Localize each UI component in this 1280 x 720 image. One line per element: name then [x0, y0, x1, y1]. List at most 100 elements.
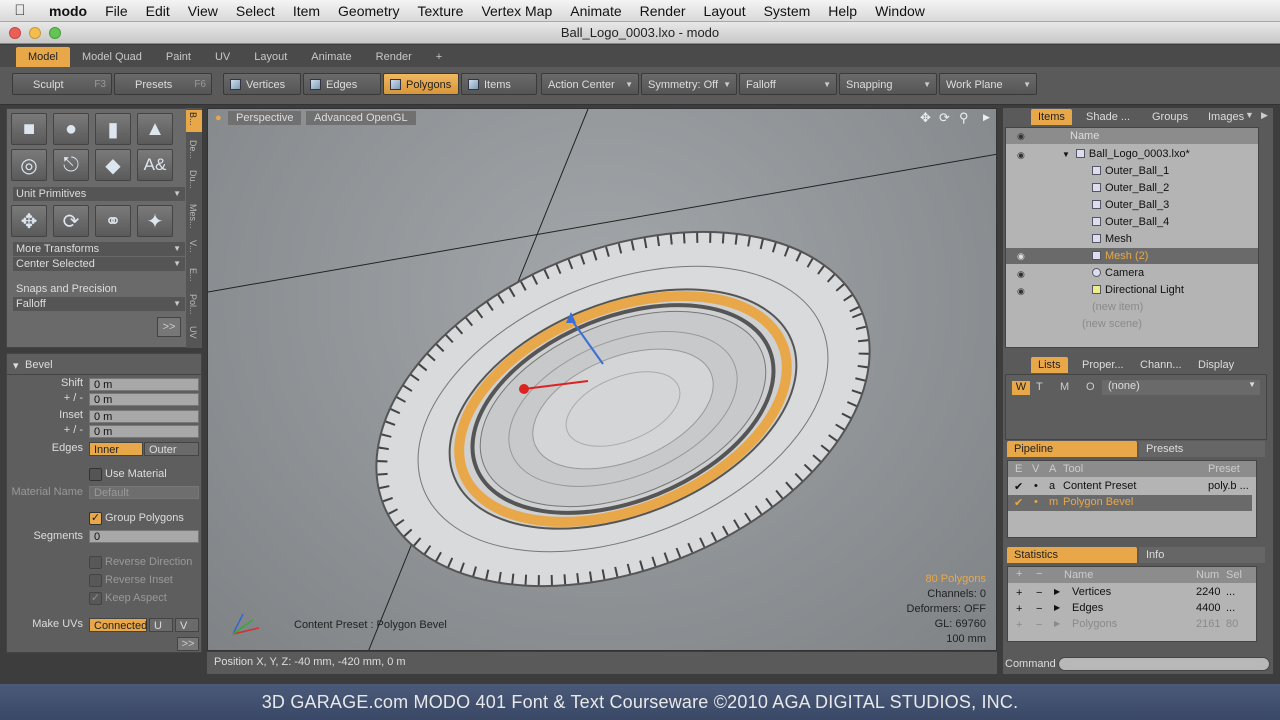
- tree-item[interactable]: Outer_Ball_1: [1092, 165, 1169, 177]
- shift-field[interactable]: 0 m: [89, 378, 199, 391]
- make-uvs-u-toggle[interactable]: U: [149, 618, 173, 632]
- vtab-deform[interactable]: De...: [188, 140, 198, 159]
- viewport-options-icon[interactable]: ▶: [983, 112, 990, 123]
- stats-row-name[interactable]: Vertices: [1072, 586, 1111, 598]
- tab-info[interactable]: Info: [1139, 547, 1265, 563]
- segments-field[interactable]: 0: [89, 530, 199, 543]
- tree-item[interactable]: Camera: [1092, 267, 1144, 279]
- vtab-polygon[interactable]: Pol...: [188, 294, 198, 315]
- panel-options-icon[interactable]: ▶: [1261, 110, 1268, 121]
- new-item-placeholder[interactable]: (new item): [1092, 301, 1143, 313]
- tab-items[interactable]: Items: [1031, 109, 1072, 125]
- tab-properties[interactable]: Proper...: [1075, 357, 1131, 373]
- edges-inner-toggle[interactable]: Inner: [89, 442, 143, 456]
- vtab-mesh[interactable]: Mes...: [188, 204, 198, 229]
- o-toggle[interactable]: O: [1086, 381, 1095, 393]
- capsule-primitive-icon[interactable]: ⎋: [53, 149, 89, 181]
- keep-aspect-checkbox[interactable]: ✓: [89, 592, 102, 605]
- more-transforms-dropdown[interactable]: More Transforms ▼: [13, 242, 185, 256]
- make-uvs-v-toggle[interactable]: V: [175, 618, 199, 632]
- apple-icon[interactable]: : [0, 2, 40, 19]
- tab-model-quad[interactable]: Model Quad: [70, 47, 154, 67]
- use-material-checkbox[interactable]: [89, 468, 102, 481]
- menu-animate[interactable]: Animate: [561, 3, 630, 19]
- viewport-menu-icon[interactable]: ●: [215, 112, 222, 124]
- menu-edit[interactable]: Edit: [137, 3, 179, 19]
- new-scene-placeholder[interactable]: (new scene): [1082, 318, 1142, 330]
- minus-icon[interactable]: −: [1036, 603, 1042, 615]
- center-selected-dropdown[interactable]: Center Selected ▼: [13, 257, 185, 271]
- tab-channels[interactable]: Chann...: [1133, 357, 1189, 373]
- tab-shade[interactable]: Shade ...: [1079, 109, 1137, 125]
- pipeline-row-tool[interactable]: Polygon Bevel: [1063, 496, 1133, 508]
- zoom-icon[interactable]: ⚲: [959, 110, 969, 126]
- sculpt-button[interactable]: Sculpt F3: [12, 73, 112, 95]
- x-axis-handle-knob[interactable]: [519, 384, 529, 394]
- pipeline-row-tool[interactable]: Content Preset: [1063, 480, 1136, 492]
- expand-icon[interactable]: ▶: [1054, 603, 1060, 612]
- menu-geometry[interactable]: Geometry: [329, 3, 408, 19]
- tree-item[interactable]: Directional Light: [1092, 284, 1184, 296]
- expand-icon[interactable]: ▶: [1054, 587, 1060, 596]
- t-toggle[interactable]: T: [1036, 381, 1043, 393]
- vertices-mode-button[interactable]: Vertices: [223, 73, 301, 95]
- tab-lists[interactable]: Lists: [1031, 357, 1068, 373]
- tab-paint[interactable]: Paint: [154, 47, 203, 67]
- sphere-primitive-icon[interactable]: ●: [53, 113, 89, 145]
- tab-groups[interactable]: Groups: [1145, 109, 1195, 125]
- eye-icon[interactable]: ◉: [1017, 269, 1025, 280]
- inset-field[interactable]: 0 m: [89, 410, 199, 423]
- 3d-viewport[interactable]: ● Perspective Advanced OpenGL ✥ ⟳ ⚲ ▶ Co…: [207, 108, 997, 651]
- edges-outer-toggle[interactable]: Outer: [144, 442, 199, 456]
- perspective-menu[interactable]: Perspective: [228, 111, 302, 125]
- eye-icon[interactable]: ◉: [1017, 251, 1025, 262]
- cone-primitive-icon[interactable]: ▲: [137, 113, 173, 145]
- minus-icon[interactable]: −: [1036, 568, 1042, 580]
- work-plane-dropdown[interactable]: Work Plane ▼: [939, 73, 1037, 95]
- pan-icon[interactable]: ✥: [920, 110, 931, 126]
- m-toggle[interactable]: M: [1060, 381, 1069, 393]
- reverse-direction-checkbox[interactable]: [89, 556, 102, 569]
- menu-view[interactable]: View: [179, 3, 227, 19]
- tab-animate[interactable]: Animate: [299, 47, 363, 67]
- group-polygons-checkbox[interactable]: ✓: [89, 512, 102, 525]
- items-mode-button[interactable]: Items: [461, 73, 537, 95]
- scene-root-item[interactable]: ▼ Ball_Logo_0003.lxo*: [1062, 148, 1190, 160]
- cylinder-primitive-icon[interactable]: ▮: [95, 113, 131, 145]
- menu-app-name[interactable]: modo: [40, 3, 96, 19]
- plus-icon[interactable]: +: [1016, 603, 1022, 615]
- menu-window[interactable]: Window: [866, 3, 934, 19]
- tab-render[interactable]: Render: [364, 47, 424, 67]
- eye-icon[interactable]: ◉: [1017, 131, 1025, 142]
- vtab-duplicate[interactable]: Du...: [188, 170, 198, 189]
- tree-item[interactable]: Outer_Ball_4: [1092, 216, 1169, 228]
- menu-select[interactable]: Select: [227, 3, 284, 19]
- rotate-view-icon[interactable]: ⟳: [939, 110, 950, 126]
- plus-icon[interactable]: +: [1016, 587, 1022, 599]
- minimize-window-button[interactable]: [29, 27, 41, 39]
- stats-row-name[interactable]: Edges: [1072, 602, 1103, 614]
- tab-layout[interactable]: Layout: [242, 47, 299, 67]
- w-toggle[interactable]: W: [1012, 381, 1030, 395]
- text-primitive-icon[interactable]: A&: [137, 149, 173, 181]
- close-window-button[interactable]: [9, 27, 21, 39]
- minus-icon[interactable]: −: [1036, 587, 1042, 599]
- bevel-collapse-icon[interactable]: ▾: [13, 359, 19, 372]
- stats-row-name[interactable]: Polygons: [1072, 618, 1117, 630]
- name-column-header[interactable]: Name: [1070, 130, 1099, 142]
- bevel-disc-mesh[interactable]: [324, 164, 922, 651]
- expand-tools-button[interactable]: >>: [157, 317, 181, 337]
- menu-system[interactable]: System: [755, 3, 820, 19]
- menu-vertex-map[interactable]: Vertex Map: [472, 3, 561, 19]
- polygons-mode-button[interactable]: Polygons: [383, 73, 459, 95]
- rotate-tool-icon[interactable]: ⟳: [53, 205, 89, 237]
- minus-icon[interactable]: −: [1036, 619, 1042, 631]
- list-selector-dropdown[interactable]: (none) ▼: [1102, 380, 1260, 395]
- falloff-dropdown[interactable]: Falloff ▼: [739, 73, 837, 95]
- edges-mode-button[interactable]: Edges: [303, 73, 381, 95]
- falloff-tool-dropdown[interactable]: Falloff ▼: [13, 297, 185, 311]
- presets-button[interactable]: Presets F6: [114, 73, 212, 95]
- zoom-window-button[interactable]: [49, 27, 61, 39]
- reverse-inset-checkbox[interactable]: [89, 574, 102, 587]
- toroid-primitive-icon[interactable]: ◆: [95, 149, 131, 181]
